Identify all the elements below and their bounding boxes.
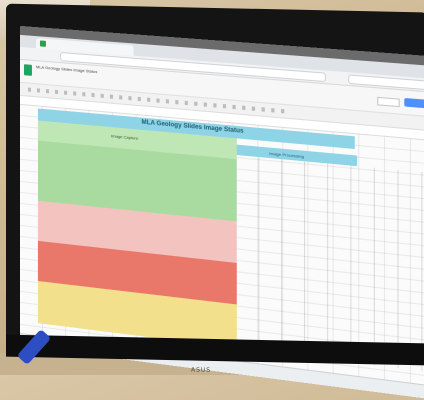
share-button[interactable] [404, 97, 424, 109]
sheets-favicon-icon [39, 40, 46, 47]
monitor: MLA Geology Slides Image Status MLA Geol… [6, 3, 424, 400]
document-title[interactable]: MLA Geology Slides Image Status [36, 64, 97, 74]
monitor-logo: ASUS [191, 366, 212, 374]
sheets-logo-icon[interactable] [23, 64, 32, 76]
comments-button[interactable] [377, 96, 400, 108]
